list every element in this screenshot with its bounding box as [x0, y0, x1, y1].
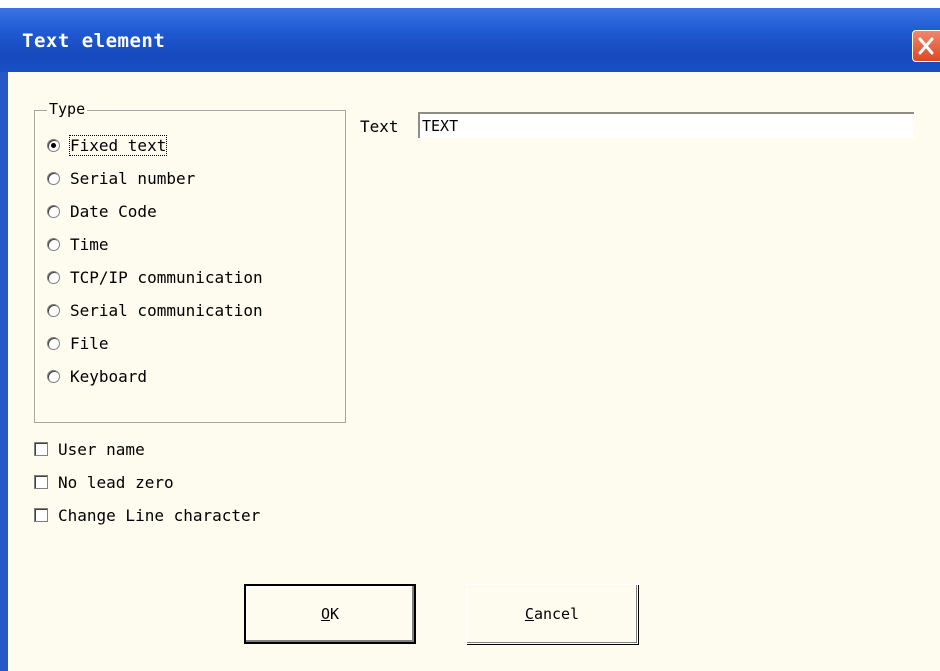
- radio-button[interactable]: [47, 237, 60, 251]
- checkbox-label: No lead zero: [58, 472, 174, 492]
- type-groupbox: Type Fixed text Serial number Date Code …: [34, 100, 346, 423]
- checkbox-user-name[interactable]: User name: [34, 438, 145, 460]
- dialog-title: Text element: [22, 30, 166, 52]
- checkbox-no-lead-zero[interactable]: No lead zero: [34, 471, 174, 493]
- radio-button[interactable]: [47, 204, 60, 218]
- radio-file[interactable]: File: [47, 332, 109, 354]
- radio-fixed-text[interactable]: Fixed text: [47, 134, 168, 156]
- checkbox[interactable]: [34, 442, 48, 456]
- text-input[interactable]: [418, 112, 914, 138]
- checkbox[interactable]: [34, 475, 48, 489]
- radio-label: Serial communication: [70, 300, 263, 320]
- ok-mnemonic: O: [320, 605, 330, 623]
- close-icon: [918, 37, 934, 55]
- cancel-mnemonic: C: [524, 605, 534, 623]
- radio-serial-number[interactable]: Serial number: [47, 167, 195, 189]
- checkbox-label: User name: [58, 439, 145, 459]
- checkbox[interactable]: [34, 508, 48, 522]
- radio-button[interactable]: [47, 369, 60, 383]
- cancel-label-rest: ancel: [533, 605, 580, 623]
- radio-label: Keyboard: [70, 366, 148, 386]
- close-button[interactable]: [912, 30, 940, 62]
- ok-label-rest: K: [330, 605, 340, 623]
- radio-label: File: [70, 333, 109, 353]
- dialog-client-area: Type Fixed text Serial number Date Code …: [8, 72, 940, 671]
- checkbox-label: Change Line character: [58, 505, 261, 525]
- radio-button[interactable]: [47, 171, 60, 185]
- text-field-label: Text: [360, 117, 399, 136]
- radio-label: TCP/IP communication: [70, 267, 263, 287]
- radio-label: Time: [70, 234, 109, 254]
- radio-serial-communication[interactable]: Serial communication: [47, 299, 263, 321]
- radio-label: Serial number: [70, 168, 196, 188]
- title-bar[interactable]: Text element: [0, 8, 940, 72]
- text-element-dialog: Text element Type Fixed text Serial numb…: [0, 8, 940, 671]
- radio-date-code[interactable]: Date Code: [47, 200, 157, 222]
- radio-button[interactable]: [47, 303, 60, 317]
- radio-time[interactable]: Time: [47, 233, 109, 255]
- radio-button[interactable]: [47, 336, 60, 350]
- cancel-button[interactable]: Cancel: [466, 584, 638, 644]
- radio-tcp-ip-communication[interactable]: TCP/IP communication: [47, 266, 263, 288]
- radio-label: Date Code: [70, 201, 157, 221]
- radio-button-checked[interactable]: [47, 138, 60, 152]
- type-group-legend: Type: [47, 100, 88, 118]
- checkbox-change-line-character[interactable]: Change Line character: [34, 504, 260, 526]
- radio-keyboard[interactable]: Keyboard: [47, 365, 147, 387]
- radio-label: Fixed text: [68, 134, 168, 156]
- ok-button[interactable]: OK: [244, 584, 416, 644]
- radio-button[interactable]: [47, 270, 60, 284]
